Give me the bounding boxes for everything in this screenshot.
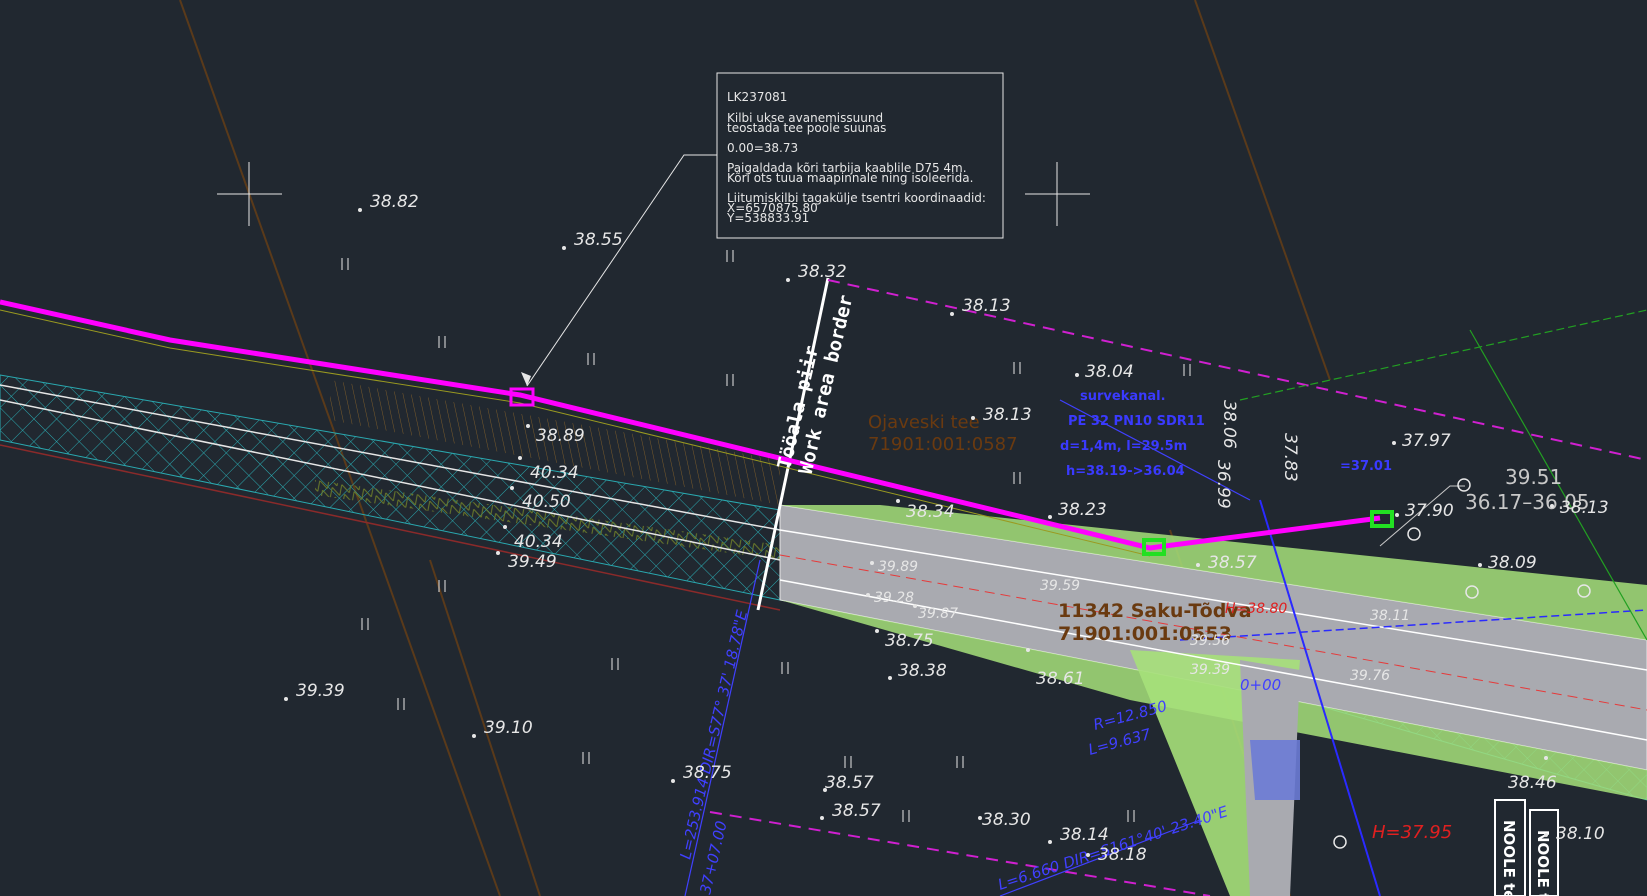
svg-text:0+00: 0+00 xyxy=(1240,676,1281,694)
elevation-point: 38.75 xyxy=(875,629,934,651)
elevation-point: 37.97 xyxy=(1392,431,1451,451)
svg-text:39.10: 39.10 xyxy=(484,718,533,738)
svg-text:38.13: 38.13 xyxy=(983,405,1032,425)
svg-text:39.28: 39.28 xyxy=(874,590,914,606)
callout-line: 0.00=38.73 xyxy=(727,141,798,155)
elevation-point: 38.55 xyxy=(562,230,623,250)
svg-text:37.97: 37.97 xyxy=(1402,431,1451,451)
svg-text:39.59: 39.59 xyxy=(1040,578,1080,594)
svg-text:38.14: 38.14 xyxy=(1060,825,1109,845)
svg-text:37.90: 37.90 xyxy=(1405,501,1454,521)
work-area-border-label: Tööala piir Work area border xyxy=(773,293,857,476)
svg-text:38.75: 38.75 xyxy=(885,631,934,651)
svg-text:R=12.850: R=12.850 xyxy=(1091,697,1169,734)
elevation-point: 39.49 xyxy=(496,551,557,572)
svg-text:d=1,4m, l=29.5m: d=1,4m, l=29.5m xyxy=(1060,439,1187,454)
svg-text:40.34: 40.34 xyxy=(514,532,563,552)
svg-text:38.57: 38.57 xyxy=(832,801,881,821)
svg-text:=37.01: =37.01 xyxy=(1340,459,1392,474)
callout-line: Kõri ots tuua maapinnale ning isoleerida… xyxy=(727,171,973,185)
elevation-point: 39.76 xyxy=(1350,668,1390,684)
cad-drawing-canvas[interactable]: LK237081 Kilbi ukse avanemissuund teosta… xyxy=(0,0,1647,896)
svg-text:38.30: 38.30 xyxy=(982,810,1031,830)
elevation-point: 38.30 xyxy=(978,810,1031,830)
svg-text:39.51: 39.51 xyxy=(1505,465,1562,489)
elevation-point: 39.10 xyxy=(472,718,533,738)
svg-text:NOOLE tee: NOOLE tee xyxy=(1534,830,1552,896)
svg-text:PE 32 PN10 SDR11: PE 32 PN10 SDR11 xyxy=(1068,414,1205,429)
svg-text:37+07.00: 37+07.00 xyxy=(696,819,730,896)
elevation-point: 39.89 xyxy=(870,559,918,575)
elevation-point: 38.57 xyxy=(823,773,874,793)
svg-text:40.50: 40.50 xyxy=(522,492,571,512)
parcel-code: 71901:001:0587 xyxy=(868,434,1018,455)
elevation-point: 39.39 xyxy=(284,681,345,701)
svg-text:H=38.80: H=38.80 xyxy=(1225,601,1287,617)
callout-leader xyxy=(521,154,717,387)
svg-text:40.34: 40.34 xyxy=(530,463,579,483)
svg-text:37.83: 37.83 xyxy=(1280,433,1300,482)
svg-text:36.99: 36.99 xyxy=(1213,460,1233,509)
callout-line: teostada tee poole suunas xyxy=(727,121,886,135)
svg-text:38.10: 38.10 xyxy=(1556,824,1605,844)
elevation-point: 38.75 xyxy=(671,763,732,783)
svg-text:38.82: 38.82 xyxy=(370,192,419,212)
svg-text:H=37.95: H=37.95 xyxy=(1372,822,1452,843)
svg-text:38.38: 38.38 xyxy=(898,661,947,681)
elevation-point: 38.11 xyxy=(1370,608,1410,624)
elevation-point: 39.28 xyxy=(866,590,914,606)
svg-text:39.87: 39.87 xyxy=(918,606,958,622)
svg-text:38.75: 38.75 xyxy=(683,763,732,783)
elevation-point: 39.87 xyxy=(913,604,958,622)
elevation-point: 38.32 xyxy=(786,262,847,282)
callout-box[interactable]: LK237081 Kilbi ukse avanemissuund teosta… xyxy=(716,72,1004,239)
elevation-point: 38.13 xyxy=(950,296,1011,316)
svg-text:38.11: 38.11 xyxy=(1370,608,1410,624)
elevation-point: 38.13 xyxy=(971,405,1032,425)
svg-text:38.46: 38.46 xyxy=(1508,773,1557,793)
elevation-point: 39.59 xyxy=(1040,578,1080,594)
svg-text:39.56: 39.56 xyxy=(1190,633,1230,649)
svg-text:NOOLE tee: NOOLE tee xyxy=(1500,820,1518,896)
callout-line: Y=538833.91 xyxy=(726,211,809,225)
elevation-point: 38.04 xyxy=(1075,362,1134,382)
svg-text:38.57: 38.57 xyxy=(825,773,874,793)
elevation-point: 38.14 xyxy=(1048,825,1109,845)
parcel-name: 11342 Saku-Tõdva xyxy=(1058,600,1252,622)
svg-text:38.13: 38.13 xyxy=(1560,498,1609,518)
elevation-point: 38.38 xyxy=(888,661,947,681)
callout-id: LK237081 xyxy=(727,90,787,104)
svg-text:39.39: 39.39 xyxy=(296,681,345,701)
elevation-point: 36.99 xyxy=(1213,460,1233,509)
elevation-point: 37.83 xyxy=(1280,433,1300,482)
svg-text:39.76: 39.76 xyxy=(1350,668,1390,684)
svg-text:38.61: 38.61 xyxy=(1036,669,1085,689)
svg-text:h=38.19->36.04: h=38.19->36.04 xyxy=(1066,464,1185,479)
svg-text:38.18: 38.18 xyxy=(1098,845,1147,865)
parcel-name: Ojaveski tee xyxy=(868,412,980,433)
elevation-point: 38.82 xyxy=(358,192,419,212)
elevation-point: 37.90 xyxy=(1395,501,1454,521)
svg-text:survekanal.: survekanal. xyxy=(1080,389,1166,404)
road-name-tags: NOOLE tee NOOLE tee xyxy=(1494,799,1559,896)
svg-text:38.55: 38.55 xyxy=(574,230,623,250)
svg-text:39.89: 39.89 xyxy=(878,559,918,575)
svg-text:38.13: 38.13 xyxy=(962,296,1011,316)
svg-text:39.49: 39.49 xyxy=(508,552,557,572)
svg-text:38.57: 38.57 xyxy=(1208,553,1257,573)
elevation-point: 39.39 xyxy=(1190,662,1230,678)
elevation-point: 38.23 xyxy=(1048,500,1107,520)
svg-text:38.23: 38.23 xyxy=(1058,500,1107,520)
svg-text:38.06: 38.06 xyxy=(1219,400,1239,449)
elevation-point: 38.57 xyxy=(820,801,881,821)
svg-text:38.34: 38.34 xyxy=(906,502,955,522)
elevation-point: 39.56 xyxy=(1190,633,1230,649)
svg-text:38.89: 38.89 xyxy=(536,426,585,446)
elevation-point: 38.06 xyxy=(1219,400,1239,449)
svg-text:38.32: 38.32 xyxy=(798,262,847,282)
svg-text:38.04: 38.04 xyxy=(1085,362,1134,382)
svg-text:39.39: 39.39 xyxy=(1190,662,1230,678)
svg-text:38.09: 38.09 xyxy=(1488,553,1537,573)
